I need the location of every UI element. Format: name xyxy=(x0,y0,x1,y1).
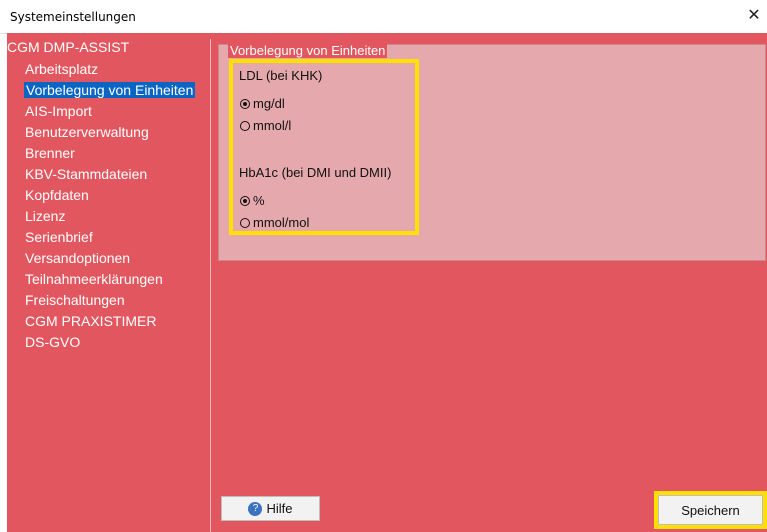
tree-item-cgm-praxistimer[interactable]: CGM PRAXISTIMER xyxy=(25,313,156,329)
tree-item-lizenz[interactable]: Lizenz xyxy=(25,208,65,224)
ldl-mgdl-label: mg/dl xyxy=(253,96,285,111)
help-button-label: Hilfe xyxy=(266,501,293,516)
radio-unselected-icon xyxy=(240,217,250,228)
tree-item-freischaltungen[interactable]: Freischaltungen xyxy=(25,292,125,308)
units-groupbox: Vorbelegung von Einheiten LDL (bei KHK) … xyxy=(218,43,766,261)
tree-item-arbeitsplatz[interactable]: Arbeitsplatz xyxy=(25,61,98,77)
tree-item-versandoptionen[interactable]: Versandoptionen xyxy=(25,250,130,266)
tree-item-brenner[interactable]: Brenner xyxy=(25,145,75,161)
help-button[interactable]: ? Hilfe xyxy=(221,496,320,521)
tree-item-benutzerverwaltung[interactable]: Benutzerverwaltung xyxy=(25,124,149,140)
tree-item-ais-import[interactable]: AIS-Import xyxy=(25,103,92,119)
tree-item-vorbelegung-von-einheiten[interactable]: Vorbelegung von Einheiten xyxy=(24,82,196,98)
hba1c-mmolmol-label: mmol/mol xyxy=(253,215,310,230)
tree-item-ds-gvo[interactable]: DS-GVO xyxy=(25,334,80,350)
hba1c-percent-radio[interactable]: % xyxy=(240,193,265,208)
hba1c-label: HbA1c (bei DMI und DMII) xyxy=(239,165,392,180)
groupbox-title: Vorbelegung von Einheiten xyxy=(228,43,388,58)
ldl-mgdl-radio[interactable]: mg/dl xyxy=(240,96,285,111)
title-bar: Systemeinstellungen ✕ xyxy=(0,0,767,34)
radio-selected-icon xyxy=(240,195,250,206)
settings-tree: CGM DMP-ASSIST Arbeitsplatz Vorbelegung … xyxy=(7,39,211,532)
content-area: CGM DMP-ASSIST Arbeitsplatz Vorbelegung … xyxy=(7,33,767,532)
ldl-mmol-label: mmol/l xyxy=(253,118,292,133)
help-icon: ? xyxy=(248,501,263,516)
hba1c-mmolmol-radio[interactable]: mmol/mol xyxy=(240,215,309,230)
save-highlight xyxy=(654,491,767,529)
tree-root[interactable]: CGM DMP-ASSIST xyxy=(7,39,129,55)
tree-item-serienbrief[interactable]: Serienbrief xyxy=(25,229,93,245)
tree-item-kopfdaten[interactable]: Kopfdaten xyxy=(25,187,89,203)
ldl-label: LDL (bei KHK) xyxy=(239,68,323,83)
tree-item-teilnahmeerklaerungen[interactable]: Teilnahmeerklärungen xyxy=(25,271,163,287)
window-title: Systemeinstellungen xyxy=(10,10,136,24)
ldl-mmol-radio[interactable]: mmol/l xyxy=(240,118,291,133)
close-icon[interactable]: ✕ xyxy=(743,4,765,28)
highlight-box: LDL (bei KHK) mg/dl mmol/l HbA1c (bei DM… xyxy=(229,59,419,235)
hba1c-percent-label: % xyxy=(253,193,265,208)
radio-selected-icon xyxy=(240,98,250,109)
tree-item-kbv-stammdateien[interactable]: KBV-Stammdateien xyxy=(25,166,147,182)
radio-unselected-icon xyxy=(240,120,250,131)
